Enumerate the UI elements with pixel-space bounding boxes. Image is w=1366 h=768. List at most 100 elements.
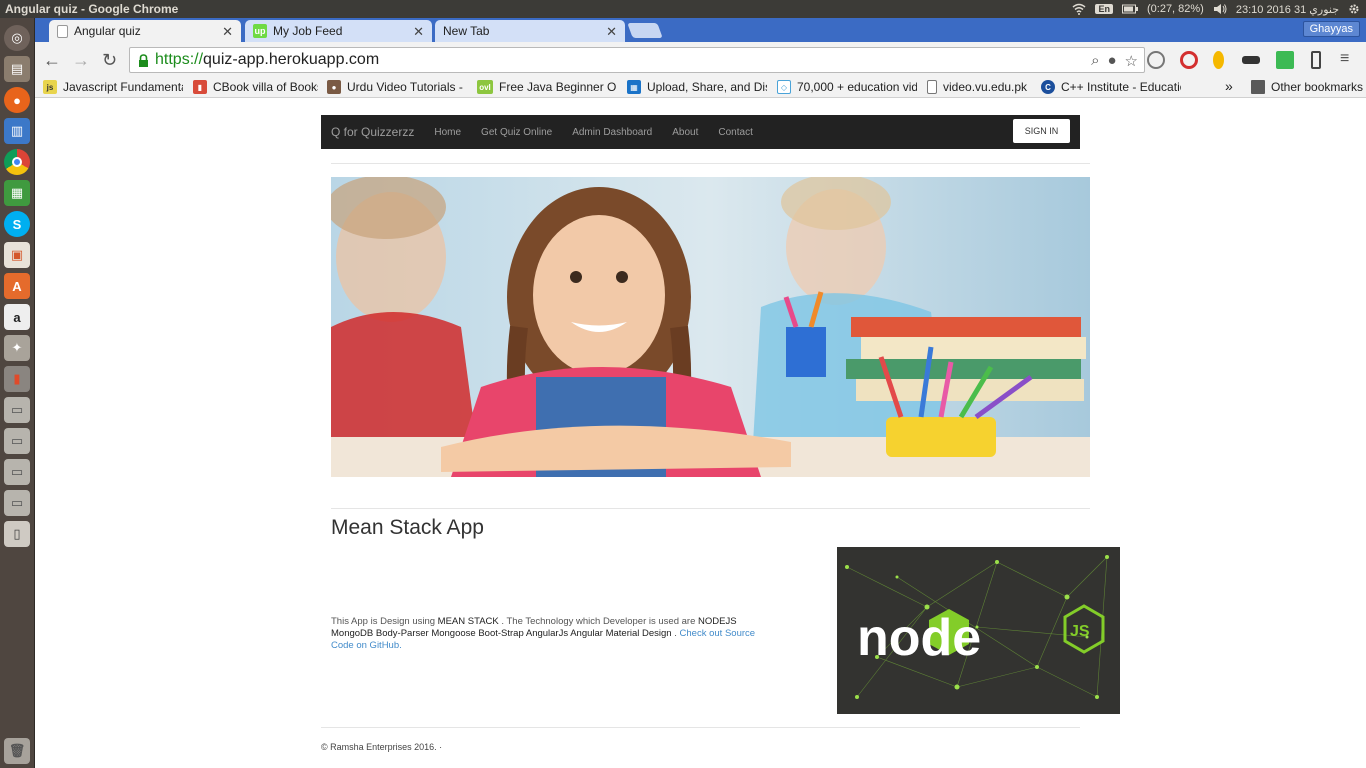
nav-about[interactable]: About (672, 127, 698, 138)
battery-icon[interactable] (1121, 3, 1138, 15)
bookmark-item[interactable]: ◇ 70,000 + education vide (777, 80, 917, 94)
web-page: Q for Quizzerzz Home Get Quiz Online Adm… (35, 99, 1366, 768)
bookmark-label: Upload, Share, and Disc (647, 80, 767, 94)
site-brand[interactable]: Q for Quizzerzz (321, 125, 414, 139)
tab-label: My Job Feed (273, 24, 343, 38)
mobile-icon[interactable] (1311, 51, 1321, 69)
system-indicators: En (0:27, 82%) 23:10 2016 31 جنوري (1072, 3, 1366, 16)
browser-toolbar: ← → ↻ https:// quiz-app.herokuapp.com ⌕ … (35, 42, 1366, 78)
cpp-icon: C (1041, 80, 1055, 94)
wifi-icon[interactable] (1072, 3, 1086, 15)
firefox-icon[interactable]: ● (4, 87, 30, 113)
profile-button[interactable]: Ghayyas (1302, 21, 1360, 37)
close-icon[interactable]: ✕ (606, 24, 617, 40)
sign-in-button[interactable]: SIGN IN (1013, 119, 1070, 143)
bookmark-label: Other bookmarks (1271, 80, 1364, 94)
software-center-icon[interactable]: A (4, 273, 30, 299)
bookmark-item[interactable]: C C++ Institute - Educatio (1041, 80, 1181, 94)
bookmark-item[interactable]: ● Urdu Video Tutorials - C (327, 80, 464, 94)
extension-icon[interactable]: ● (1107, 52, 1116, 70)
system-settings-icon[interactable]: ✦ (4, 335, 30, 361)
tab-new-tab[interactable]: New Tab ✕ (435, 20, 625, 42)
launcher: ◎ ▤ ● ▥ ▦ S ▣ A a ✦ ▮ ▭ ▭ ▭ ▭ ▯ 🗑 (0, 18, 35, 768)
url-host: quiz-app.herokuapp.com (203, 51, 380, 68)
nav-admin-dashboard[interactable]: Admin Dashboard (572, 127, 652, 138)
drive-icon[interactable]: ▭ (4, 459, 30, 485)
device-icon[interactable]: ▯ (4, 521, 30, 547)
nodejs-network-graphic: node JS (845, 555, 1109, 699)
js-badge: JS (1070, 623, 1090, 640)
impress-icon[interactable]: ▣ (4, 242, 30, 268)
node-wordmark: node (857, 609, 981, 667)
nav-get-quiz-online[interactable]: Get Quiz Online (481, 127, 552, 138)
other-bookmarks[interactable]: Other bookmarks (1251, 80, 1363, 94)
education-icon: ◇ (777, 80, 791, 94)
close-icon[interactable]: ✕ (413, 24, 424, 40)
section-title: Mean Stack App (331, 516, 484, 539)
lock-icon (139, 53, 148, 67)
files-icon[interactable]: ▤ (4, 56, 30, 82)
folder-icon (1251, 80, 1265, 94)
close-icon[interactable]: ✕ (222, 24, 233, 40)
bookmarks-overflow-chevron[interactable]: » (1225, 78, 1233, 94)
bookmark-label: Free Java Beginner Onl (499, 80, 617, 94)
footer-copyright: © Ramsha Enterprises 2016. · (321, 742, 443, 752)
tab-my-job-feed[interactable]: up My Job Feed ✕ (245, 20, 432, 42)
calc-icon[interactable]: ▦ (4, 180, 30, 206)
bookmark-label: CBook villa of Books (213, 80, 318, 94)
bookmark-item[interactable]: video.vu.edu.pk (927, 80, 1032, 94)
clock[interactable]: 23:10 2016 31 جنوري (1236, 3, 1339, 16)
drive-icon[interactable]: ▭ (4, 397, 30, 423)
nav-home[interactable]: Home (434, 127, 461, 138)
bookmark-item[interactable]: ovl Free Java Beginner Onl (477, 80, 617, 94)
desc-sep: . (671, 628, 680, 639)
tab-label: Angular quiz (74, 24, 141, 38)
keyboard-layout-indicator[interactable]: En (1095, 4, 1113, 14)
forward-arrow-icon[interactable]: → (72, 50, 90, 71)
omnibox-actions: ⌕ ● ☆ (1091, 52, 1138, 70)
ovl-icon: ovl (477, 80, 493, 94)
url-scheme: https:// (155, 51, 204, 68)
bookmark-label: 70,000 + education vide (797, 80, 917, 94)
drive-icon[interactable]: ▭ (4, 428, 30, 454)
bookmarks-bar: js Javascript Fundamental ▮ CBook villa of… (35, 78, 1366, 98)
nav-contact[interactable]: Contact (718, 127, 752, 138)
zoom-icon[interactable]: ⌕ (1091, 52, 1099, 70)
reload-icon[interactable]: ↻ (102, 50, 117, 71)
incognito-icon[interactable] (1242, 56, 1260, 64)
address-bar[interactable]: https:// quiz-app.herokuapp.com ⌕ ● ☆ (129, 47, 1145, 73)
bulb-icon[interactable] (1213, 51, 1224, 69)
desc-stack: MEAN STACK (437, 616, 499, 627)
battery-status: (0:27, 82%) (1146, 3, 1204, 15)
terminal-icon[interactable]: ▮ (4, 366, 30, 392)
chrome-icon[interactable] (4, 149, 30, 175)
globe-icon[interactable] (1147, 51, 1165, 69)
menu-icon[interactable]: ≡ (1340, 50, 1349, 68)
hero-illustration (331, 177, 1090, 477)
bookmark-item[interactable]: ▦ Upload, Share, and Disc (627, 80, 767, 94)
dash-icon[interactable]: ◎ (4, 25, 30, 51)
skype-icon[interactable]: S (4, 211, 30, 237)
bookmark-item[interactable]: js Javascript Fundamental (43, 80, 183, 94)
tab-strip: Angular quiz ✕ up My Job Feed ✕ New Tab … (35, 18, 1366, 42)
bookmark-star-icon[interactable]: ☆ (1125, 52, 1138, 70)
bookmark-label: Urdu Video Tutorials - C (347, 80, 464, 94)
writer-icon[interactable]: ▥ (4, 118, 30, 144)
translate-icon[interactable] (1276, 51, 1294, 69)
avatar-icon: ● (327, 80, 341, 94)
drive-icon[interactable]: ▭ (4, 490, 30, 516)
tab-angular-quiz[interactable]: Angular quiz ✕ (49, 20, 241, 42)
gear-icon[interactable] (1348, 3, 1360, 15)
page-icon (57, 24, 68, 38)
back-arrow-icon[interactable]: ← (43, 50, 61, 71)
opera-icon[interactable] (1180, 51, 1198, 69)
desc-intro: This App is Design using (331, 616, 438, 627)
divider (331, 508, 1090, 509)
trash-icon[interactable]: 🗑 (4, 738, 30, 764)
amazon-icon[interactable]: a (4, 304, 30, 330)
new-tab-button[interactable] (627, 23, 663, 38)
bookmark-item[interactable]: ▮ CBook villa of Books (193, 80, 318, 94)
divider (331, 163, 1090, 164)
bookmark-label: video.vu.edu.pk (943, 80, 1028, 94)
volume-icon[interactable] (1213, 3, 1227, 15)
